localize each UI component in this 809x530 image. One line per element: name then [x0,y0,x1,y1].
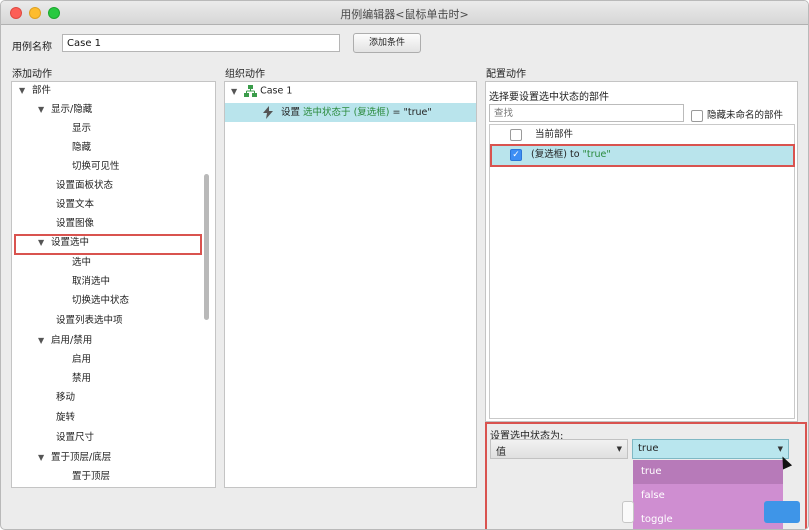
tree-item-hide[interactable]: 隐藏 [72,139,91,157]
select-widgets-label: 选择要设置选中状态的部件 [489,92,609,103]
expand-triangle-icon[interactable]: ▼ [38,449,48,467]
ok-button[interactable] [764,501,800,523]
expand-triangle-icon[interactable]: ▼ [19,82,29,100]
title-bar: 用例编辑器<鼠标单击时> [1,1,808,25]
action-text: 设置 选中状态于 (复选框) = "true" [281,107,432,118]
organize-action-heading: 组织动作 [225,69,265,80]
tree-item-rotate[interactable]: 旋转 [56,409,75,427]
config-action-heading: 配置动作 [486,69,526,80]
tree-item-disable[interactable]: 禁用 [72,370,91,388]
expand-triangle-icon[interactable]: ▼ [38,101,48,119]
add-condition-button[interactable]: 添加条件 [353,33,421,53]
checkbox-icon[interactable] [691,109,703,122]
expand-triangle-icon[interactable]: ▼ [38,332,48,350]
add-action-heading: 添加动作 [12,69,52,80]
hide-unnamed-checkbox[interactable]: 隐藏未命名的部件 [691,107,783,122]
lightning-icon [263,106,273,119]
case-editor-window: 用例编辑器<鼠标单击时> 用例名称 添加条件 添加动作 组织动作 配置动作 ▼ … [0,0,809,530]
tree-item-show-hide[interactable]: ▼ 显示/隐藏 [38,101,92,119]
state-value-dropdown[interactable]: true ▼ [632,439,789,459]
tree-item-bring-front-back[interactable]: ▼ 置于顶层/底层 [38,449,111,467]
expand-triangle-icon[interactable]: ▼ [38,234,48,252]
action-row-set-selected[interactable]: 设置 选中状态于 (复选框) = "true" [225,103,476,122]
value-type-dropdown[interactable]: 值 ▼ [490,439,628,459]
checkbox-icon[interactable] [510,128,522,141]
chevron-down-icon: ▼ [777,445,783,453]
case-node-label: Case 1 [260,85,293,97]
list-item-current-widget[interactable]: 当前部件 [490,125,794,145]
tree-item-unselect[interactable]: 取消选中 [72,273,110,291]
tree-item-set-panel-state[interactable]: 设置面板状态 [56,177,113,195]
tree-item-set-text[interactable]: 设置文本 [56,196,94,214]
left-tree-scrollbar[interactable] [204,174,209,320]
organize-action-panel [224,81,477,488]
option-false[interactable]: false [633,484,783,508]
tree-item-move[interactable]: 移动 [56,389,75,407]
cancel-button[interactable] [622,501,634,523]
tree-item-set-selected[interactable]: ▼ 设置选中 [38,234,89,252]
tree-item-set-list-selection[interactable]: 设置列表选中项 [56,312,123,330]
tree-item-set-size[interactable]: 设置尺寸 [56,429,94,447]
tree-item-set-image[interactable]: 设置图像 [56,215,94,233]
expand-triangle-icon[interactable]: ▼ [231,87,241,96]
tree-item-widgets[interactable]: ▼ 部件 [19,82,51,100]
chevron-down-icon: ▼ [616,445,622,453]
tree-item-toggle-selected[interactable]: 切换选中状态 [72,292,129,310]
state-options-menu: true false toggle [633,460,783,529]
tree-item-select[interactable]: 选中 [72,254,91,272]
case-node[interactable]: ▼ Case 1 [231,85,292,97]
case-name-label: 用例名称 [12,42,52,53]
tree-item-enable[interactable]: 启用 [72,351,91,369]
tree-item-toggle-visibility[interactable]: 切换可见性 [72,158,120,176]
case-tree-icon [244,85,258,97]
option-true[interactable]: true [633,460,783,484]
option-toggle[interactable]: toggle [633,508,783,529]
widget-list [489,124,795,419]
window-title: 用例编辑器<鼠标单击时> [340,8,469,21]
checkmark-icon[interactable]: ✓ [510,148,522,161]
tree-item-enable-disable[interactable]: ▼ 启用/禁用 [38,332,92,350]
add-action-tree: ▼ 部件 ▼ 显示/隐藏 显示 隐藏 切换可见性 设置面板状态 设置文本 设置图… [11,81,216,488]
case-name-input[interactable] [62,34,340,52]
tree-item-bring-to-front[interactable]: 置于顶层 [72,468,110,486]
list-item-checkbox-widget[interactable]: ✓ (复选框) to "true" [490,145,794,165]
tree-item-show[interactable]: 显示 [72,120,91,138]
search-input[interactable] [489,104,684,122]
